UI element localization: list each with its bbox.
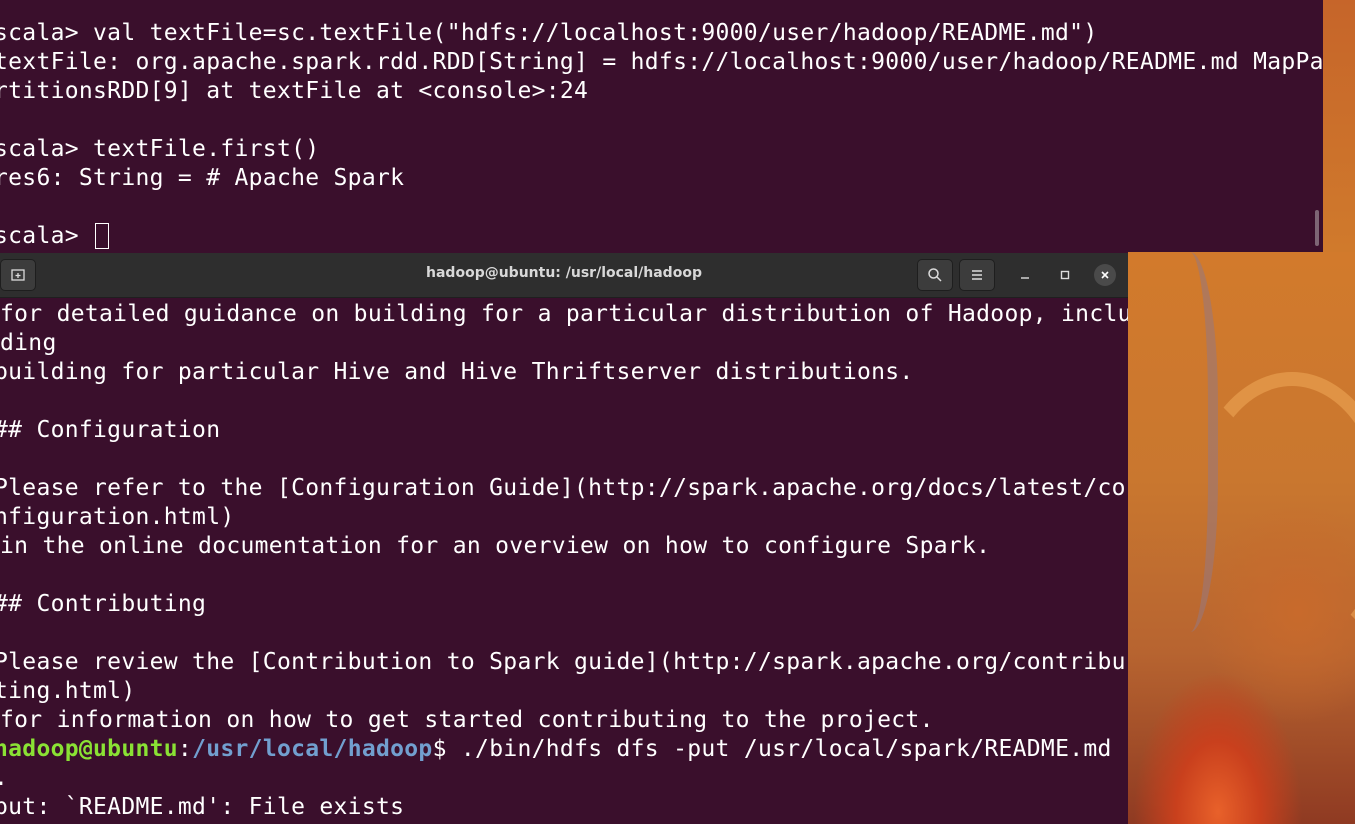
window-titlebar[interactable]: hadoop@ubuntu: /usr/local/hadoop xyxy=(0,253,1128,298)
maximize-icon xyxy=(1060,270,1070,280)
shell-prompt-line: hadoop@ubuntu:/usr/local/hadoop$ ./bin/h… xyxy=(0,735,1112,764)
prompt-path: /usr/local/hadoop xyxy=(192,736,433,762)
search-button[interactable] xyxy=(917,259,953,291)
scala-prompt-line[interactable]: scala> xyxy=(0,222,110,251)
terminal-line: ## Contributing xyxy=(0,591,207,617)
prompt-user-host: hadoop@ubuntu xyxy=(0,736,178,762)
hadoop-terminal-window[interactable]: hadoop@ubuntu: /usr/local/hadoop for det… xyxy=(0,253,1128,824)
terminal-line: textFile: org.apache.spark.rdd.RDD[Strin… xyxy=(0,49,1323,75)
terminal-line: scala> textFile.first() xyxy=(0,136,320,162)
scrollbar[interactable] xyxy=(1315,210,1319,246)
terminal-line: Please refer to the [Configuration Guide… xyxy=(0,475,1126,501)
terminal-line: nfiguration.html) xyxy=(0,504,235,530)
maximize-button[interactable] xyxy=(1054,264,1076,286)
scala-prompt: scala> xyxy=(0,223,94,249)
terminal-line: ding xyxy=(0,330,57,356)
terminal-line: building for particular Hive and Hive Th… xyxy=(0,359,914,385)
terminal-line: ting.html) xyxy=(0,678,136,704)
terminal-line: for information on how to get started co… xyxy=(0,707,934,733)
close-button[interactable] xyxy=(1094,264,1116,286)
desktop-wallpaper xyxy=(1128,252,1355,824)
terminal-line: res6: String = # Apache Spark xyxy=(0,165,405,191)
terminal-line: Please review the [Contribution to Spark… xyxy=(0,649,1126,675)
desktop-wallpaper-edge xyxy=(1323,0,1355,252)
terminal-line: in the online documentation for an overv… xyxy=(0,533,991,559)
terminal-line: ## Configuration xyxy=(0,417,221,443)
terminal-line: scala> val textFile=sc.textFile("hdfs://… xyxy=(0,20,1098,46)
minimize-button[interactable] xyxy=(1014,264,1036,286)
prompt-separator: : xyxy=(177,736,193,762)
scala-terminal-window[interactable]: scala> val textFile=sc.textFile("hdfs://… xyxy=(0,0,1323,252)
terminal-line: rtitionsRDD[9] at textFile at <console>:… xyxy=(0,78,589,104)
search-icon xyxy=(928,268,942,282)
shell-command: ./bin/hdfs dfs -put /usr/local/spark/REA… xyxy=(446,736,1112,762)
terminal-line: . xyxy=(0,764,8,793)
prompt-symbol: $ xyxy=(432,736,447,762)
close-icon xyxy=(1101,271,1109,279)
terminal-line: put: `README.md': File exists xyxy=(0,794,405,820)
hamburger-menu-icon xyxy=(972,270,982,280)
menu-button[interactable] xyxy=(959,259,995,291)
minimize-icon xyxy=(1021,277,1029,279)
text-cursor xyxy=(95,223,110,249)
terminal-line: for detailed guidance on building for a … xyxy=(0,301,1128,327)
